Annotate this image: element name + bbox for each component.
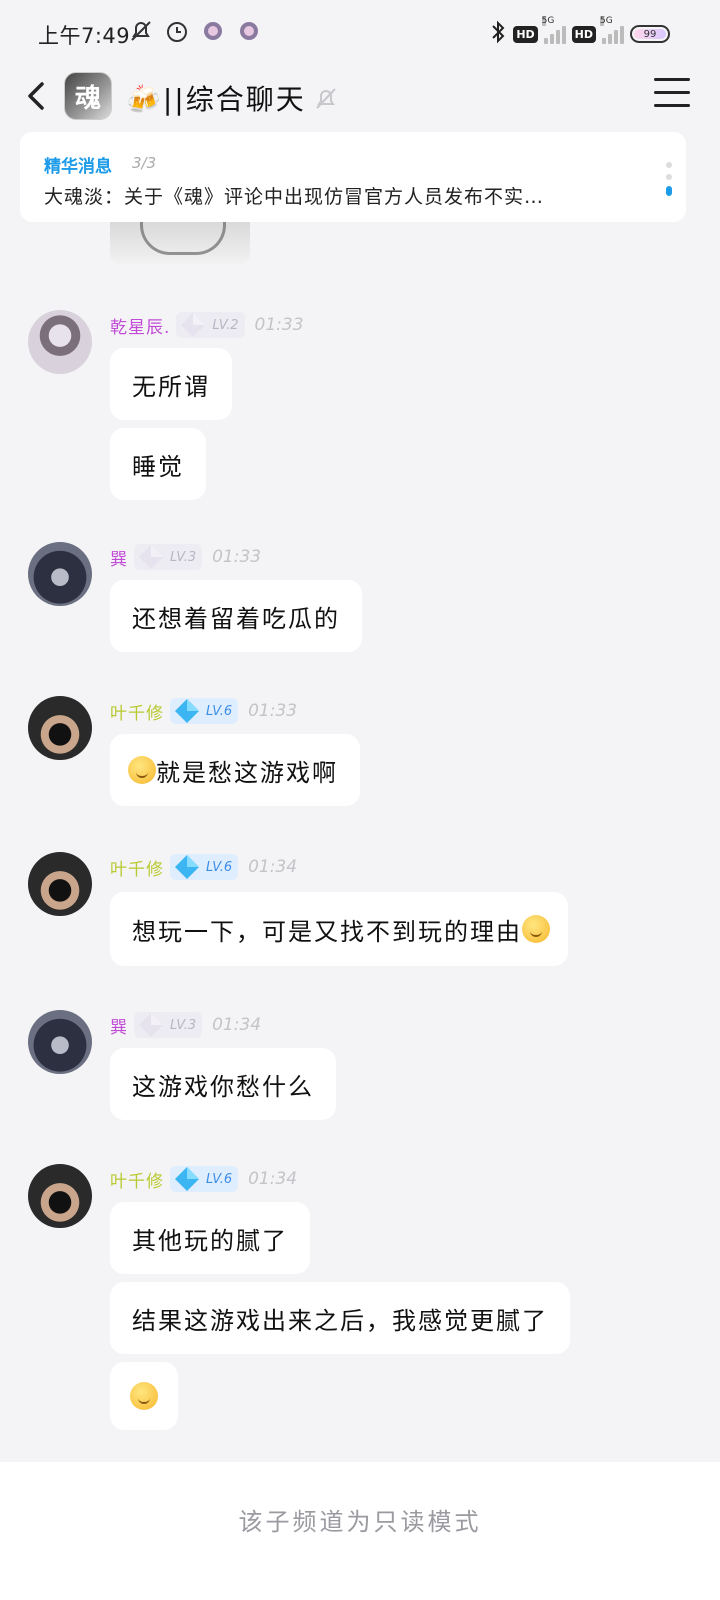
essence-label: 精华消息: [44, 157, 112, 177]
status-bar: 上午7:49 HD 5G HD 5G 99: [0, 0, 720, 66]
channel-header: 魂 🍻||综合聊天: [0, 66, 720, 126]
username[interactable]: 巽: [110, 1013, 128, 1038]
channel-avatar[interactable]: 魂: [64, 72, 112, 120]
message-bubble[interactable]: 无所谓: [110, 348, 232, 420]
diamond-icon: [175, 699, 199, 723]
mute-notification-icon: [128, 18, 154, 44]
message-bubble[interactable]: 其他玩的腻了: [110, 1202, 310, 1274]
level-badge: LV.6: [170, 1166, 239, 1192]
essence-pager: [666, 162, 672, 202]
diamond-icon: [139, 545, 163, 569]
message-time: 01:34: [212, 1015, 262, 1035]
readonly-notice: 该子频道为只读模式: [238, 1508, 482, 1536]
diamond-icon: [175, 855, 199, 879]
message-bubble[interactable]: 这游戏你愁什么: [110, 1048, 336, 1120]
essence-count: 3/3: [132, 154, 157, 172]
bluetooth-icon: [489, 20, 507, 48]
message-time: 01:34: [248, 1169, 298, 1189]
bell-off-icon: [312, 84, 340, 112]
level-badge: LV.2: [176, 312, 245, 338]
signal-icon: 5G: [541, 16, 566, 44]
message-time: 01:33: [212, 547, 262, 567]
message-bubble[interactable]: 就是愁这游戏啊: [110, 734, 360, 806]
message-text: 就是愁这游戏啊: [156, 758, 338, 787]
level-badge: LV.6: [170, 854, 239, 880]
message-time: 01:33: [248, 701, 298, 721]
app-notification-icon: [200, 18, 226, 44]
message-bubble[interactable]: 睡觉: [110, 428, 206, 500]
avatar[interactable]: [28, 1010, 92, 1074]
avatar[interactable]: [28, 696, 92, 760]
hd-badge: HD: [571, 25, 596, 43]
message-bubble[interactable]: 结果这游戏出来之后，我感觉更腻了: [110, 1282, 570, 1354]
essence-text: 大魂淡：关于《魂》评论中出现仿冒官方人员发布不实…: [44, 186, 545, 208]
hd-badge: HD: [513, 25, 538, 43]
readonly-footer: 该子频道为只读模式: [0, 1462, 720, 1600]
chevron-left-icon: [28, 82, 44, 110]
emoji-icon: [130, 1382, 158, 1410]
message-time: 01:34: [248, 857, 298, 877]
image-message-partial[interactable]: [110, 222, 250, 264]
message-bubble[interactable]: 还想着留着吃瓜的: [110, 580, 362, 652]
avatar[interactable]: [28, 310, 92, 374]
username[interactable]: 叶千修: [110, 855, 164, 880]
message-bubble[interactable]: 想玩一下，可是又找不到玩的理由: [110, 892, 568, 966]
diamond-icon: [175, 1167, 199, 1191]
username[interactable]: 乾星辰.: [110, 313, 170, 338]
message-text: 想玩一下，可是又找不到玩的理由: [132, 917, 522, 946]
signal-icon: 5G: [600, 16, 624, 44]
username[interactable]: 叶千修: [110, 699, 164, 724]
app-notification-icon: [236, 18, 262, 44]
alarm-icon: [164, 18, 190, 44]
avatar[interactable]: [28, 542, 92, 606]
diamond-icon: [181, 313, 206, 337]
status-time: 上午7:49: [38, 24, 131, 48]
diamond-icon: [139, 1013, 163, 1037]
emoji-icon: [522, 915, 550, 943]
level-badge: LV.3: [134, 544, 203, 570]
channel-title: 🍻||综合聊天: [126, 83, 306, 116]
message-bubble[interactable]: [110, 1362, 178, 1430]
username[interactable]: 叶千修: [110, 1167, 164, 1192]
back-button[interactable]: [18, 76, 54, 116]
emoji-icon: [128, 756, 156, 784]
menu-button[interactable]: [654, 78, 690, 110]
message-time: 01:33: [254, 315, 304, 335]
essence-message-card[interactable]: 精华消息 3/3 大魂淡：关于《魂》评论中出现仿冒官方人员发布不实…: [20, 132, 686, 222]
avatar[interactable]: [28, 1164, 92, 1228]
username[interactable]: 巽: [110, 545, 128, 570]
level-badge: LV.3: [134, 1012, 203, 1038]
avatar[interactable]: [28, 852, 92, 916]
battery-icon: 99: [630, 25, 670, 43]
level-badge: LV.6: [170, 698, 239, 724]
channel-title-wrap[interactable]: 🍻||综合聊天: [126, 78, 340, 118]
